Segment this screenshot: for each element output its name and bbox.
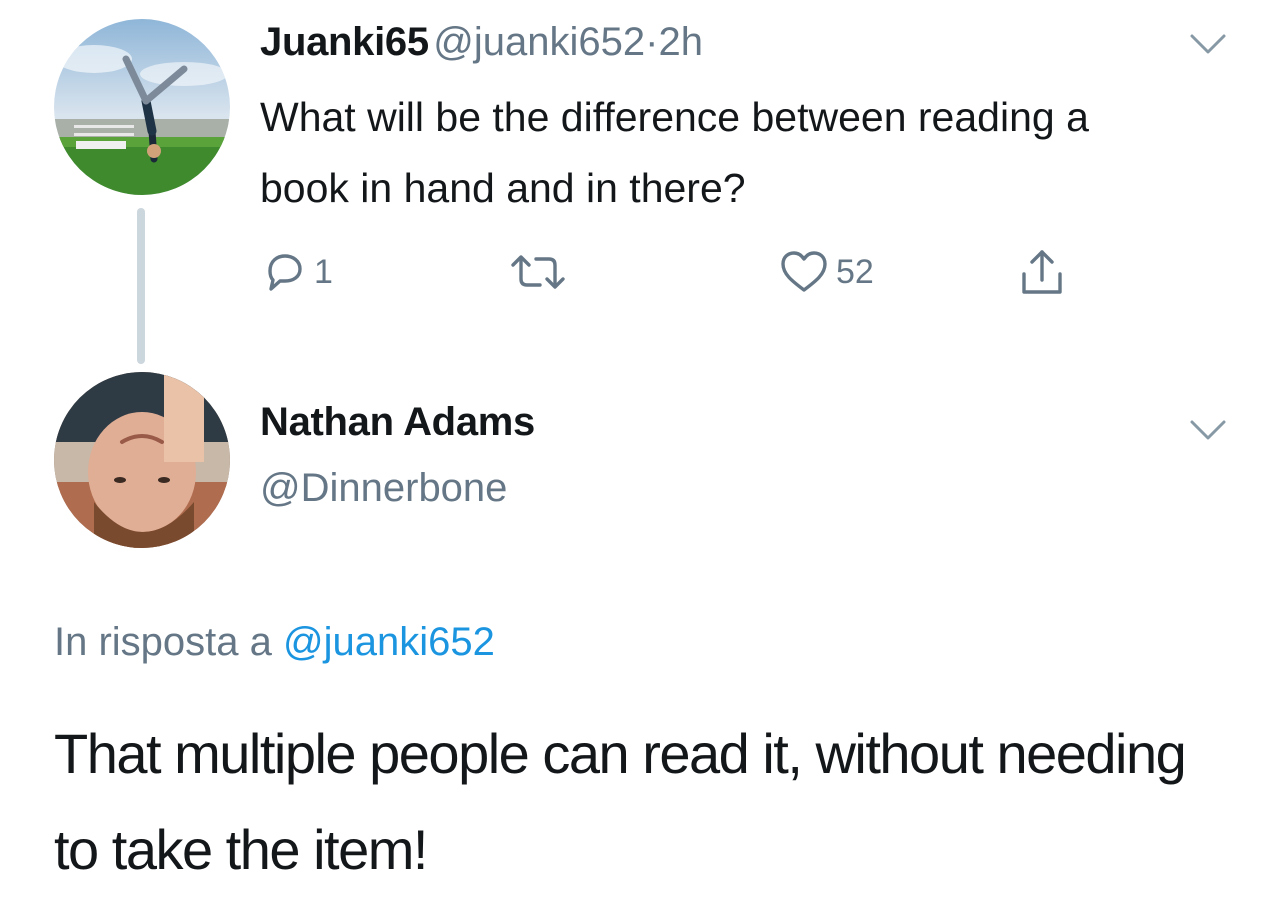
retweet-button[interactable] [508, 242, 574, 302]
parent-display-name[interactable]: Juanki65 [260, 20, 429, 64]
reply-count: 1 [314, 252, 333, 291]
share-upload-icon [1022, 250, 1062, 294]
reply-tweet-text: That multiple people can read it, withou… [54, 722, 1187, 881]
share-button[interactable] [1014, 242, 1070, 302]
chevron-down-icon[interactable] [1188, 418, 1228, 442]
parent-handle[interactable]: @juanki652 [433, 20, 645, 64]
reply-handle[interactable]: @Dinnerbone [260, 466, 507, 511]
reply-context: In risposta a @juanki652 [54, 620, 495, 665]
meta-separator: · [645, 20, 659, 64]
reply-button[interactable]: 1 [258, 242, 333, 302]
person-handstand-avatar-image [54, 19, 230, 195]
speech-bubble-icon [268, 254, 302, 291]
parent-tweet-header: Juanki65 @juanki652·2h [260, 20, 703, 65]
parent-timestamp[interactable]: 2h [658, 20, 703, 64]
juanki65-avatar[interactable] [54, 19, 230, 195]
thread-connector-line [137, 208, 145, 364]
reply-context-mention[interactable]: @juanki652 [283, 620, 495, 664]
upside-down-face-avatar-image [54, 372, 230, 548]
reply-display-name[interactable]: Nathan Adams [260, 400, 535, 445]
like-button[interactable]: 52 [778, 242, 874, 302]
heart-icon [781, 251, 827, 292]
retweet-arrows-icon [511, 255, 565, 289]
like-count: 52 [836, 252, 874, 291]
parent-tweet-text: What will be the difference between read… [260, 94, 1089, 211]
reply-context-prefix: In risposta a [54, 620, 272, 664]
chevron-down-icon[interactable] [1188, 32, 1228, 56]
nathan-adams-avatar[interactable] [54, 372, 230, 548]
